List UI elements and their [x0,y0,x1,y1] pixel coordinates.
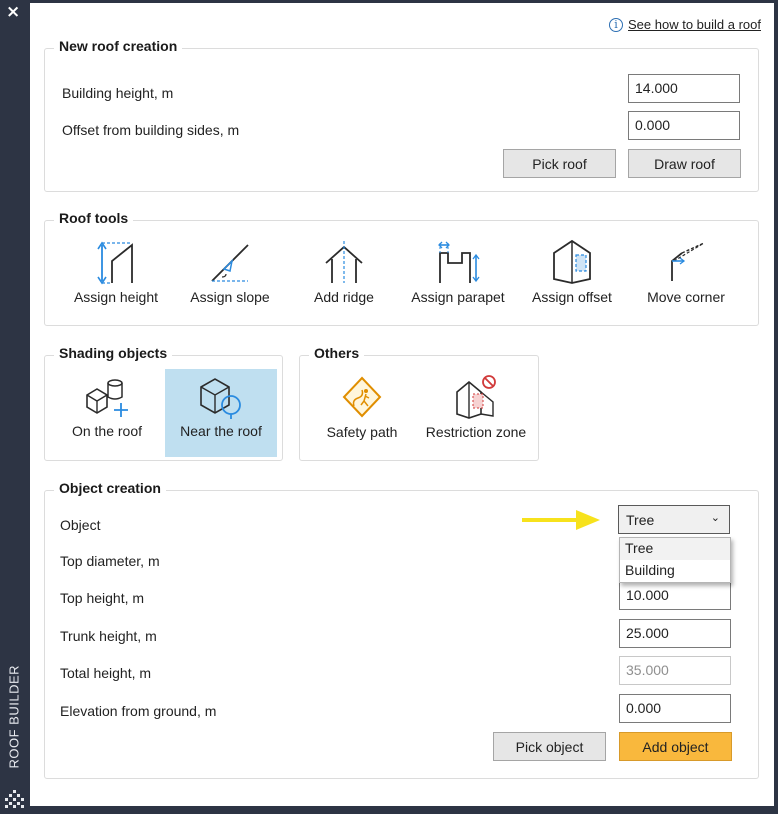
assign-height-tool[interactable]: Assign height [60,235,172,315]
roof-tools-group: Roof tools Assign height Assign slope Ad… [44,210,759,326]
safety-path-icon [342,376,382,418]
move-corner-tool[interactable]: Move corner [630,235,742,315]
trunk-height-label: Trunk height, m [60,628,157,644]
object-select-value: Tree [626,512,655,528]
pick-object-button[interactable]: Pick object [493,732,606,761]
near-the-roof-label: Near the roof [180,423,262,439]
assign-slope-tool[interactable]: Assign slope [174,235,286,315]
new-roof-title: New roof creation [54,38,183,54]
on-the-roof-tool[interactable]: On the roof [51,369,163,457]
assign-offset-label: Assign offset [532,289,612,305]
object-dropdown-list: Tree Building [619,537,731,583]
move-corner-label: Move corner [647,289,725,305]
pick-roof-button[interactable]: Pick roof [503,149,616,178]
restriction-zone-label: Restriction zone [425,424,527,440]
safety-path-tool[interactable]: Safety path [306,370,418,450]
assign-height-label: Assign height [73,289,159,305]
near-roof-icon [200,378,241,419]
roof-builder-panel: i See how to build a roof New roof creat… [30,3,774,806]
assign-offset-icon [553,239,591,284]
top-height-label: Top height, m [60,590,145,606]
assign-parapet-icon [438,241,480,283]
add-object-button[interactable]: Add object [619,732,732,761]
near-the-roof-tool[interactable]: Near the roof [165,369,277,457]
top-diameter-label: Top diameter, m [60,553,160,569]
on-the-roof-label: On the roof [71,423,143,439]
building-height-label: Building height, m [62,85,174,101]
offset-label: Offset from building sides, m [62,122,240,138]
grip-icon[interactable] [5,790,25,808]
assign-slope-icon [211,244,249,282]
others-group: Others Safety path Restriction zone [299,345,539,461]
assign-parapet-tool[interactable]: Assign parapet [402,235,514,315]
total-height-label: Total height, m [60,665,152,681]
building-height-field[interactable]: 14.000 [628,74,740,103]
roof-tools-title: Roof tools [54,210,134,226]
assign-slope-label: Assign slope [190,289,270,305]
object-select[interactable]: Tree ⌄ [618,505,730,534]
object-creation-title: Object creation [54,480,166,496]
dropdown-option-tree[interactable]: Tree [620,538,730,560]
restriction-zone-icon [456,375,496,419]
elevation-label: Elevation from ground, m [60,703,217,719]
panel-title-vertical: ROOF BUILDER [6,664,22,769]
object-label: Object [60,517,101,533]
offset-field[interactable]: 0.000 [628,111,740,140]
safety-path-label: Safety path [326,424,398,440]
dropdown-option-building[interactable]: Building [620,560,730,582]
add-ridge-label: Add ridge [314,289,374,305]
assign-parapet-label: Assign parapet [411,289,505,305]
add-ridge-icon [325,241,363,283]
trunk-height-field[interactable]: 25.000 [619,619,731,648]
elevation-field[interactable]: 0.000 [619,694,731,723]
others-title: Others [309,345,365,361]
chevron-down-icon: ⌄ [710,512,720,524]
help-link-text[interactable]: See how to build a roof [628,17,761,32]
on-roof-icon [86,379,128,417]
assign-offset-tool[interactable]: Assign offset [516,235,628,315]
restriction-zone-tool[interactable]: Restriction zone [420,370,532,450]
close-icon[interactable]: × [6,2,20,22]
help-link[interactable]: i See how to build a roof [609,17,761,32]
info-icon: i [609,17,624,32]
sidebar: × ROOF BUILDER [0,0,30,814]
total-height-field: 35.000 [619,656,731,685]
top-height-field[interactable]: 10.000 [619,581,731,610]
pointer-arrow-icon [522,510,600,530]
assign-height-icon [97,241,133,285]
move-corner-icon [671,242,705,281]
shading-objects-title: Shading objects [54,345,173,361]
add-ridge-tool[interactable]: Add ridge [288,235,400,315]
shading-objects-group: Shading objects On the roof Near the roo… [44,345,283,461]
draw-roof-button[interactable]: Draw roof [628,149,741,178]
new-roof-group: New roof creation Building height, m 14.… [44,38,759,192]
